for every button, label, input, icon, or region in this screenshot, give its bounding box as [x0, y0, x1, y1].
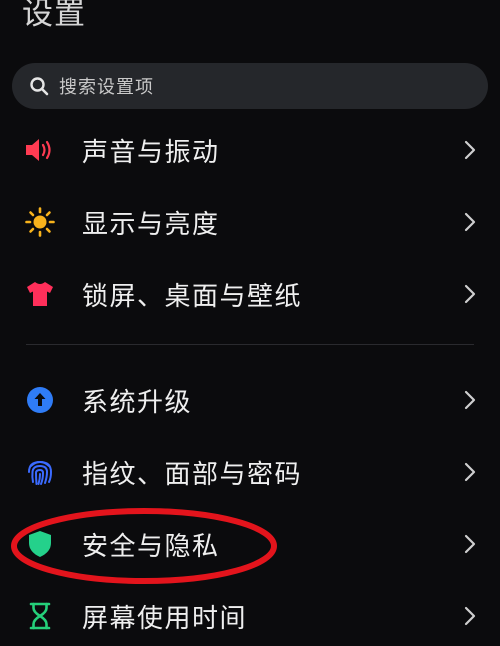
chevron-right-icon [462, 531, 478, 557]
upgrade-arrow-icon [24, 384, 56, 416]
chevron-right-icon [462, 603, 478, 629]
settings-item-label: 显示与亮度 [82, 209, 220, 240]
chevron-right-icon [462, 137, 478, 163]
settings-item-label: 锁屏、桌面与壁纸 [82, 281, 303, 312]
hourglass-icon [24, 600, 56, 632]
settings-item-wallpaper[interactable]: 锁屏、桌面与壁纸 [0, 266, 500, 322]
tshirt-icon [24, 278, 56, 310]
search-input[interactable]: 搜索设置项 [12, 63, 488, 109]
chevron-right-icon [462, 459, 478, 485]
settings-item-security-privacy[interactable]: 安全与隐私 [0, 516, 500, 572]
settings-item-label: 指纹、面部与密码 [82, 459, 303, 490]
sun-icon [24, 206, 56, 238]
speaker-icon [24, 134, 56, 166]
settings-item-label: 安全与隐私 [82, 531, 220, 562]
search-icon [28, 75, 50, 97]
settings-item-label: 系统升级 [82, 387, 193, 418]
chevron-right-icon [462, 209, 478, 235]
page-title: 设置 [22, 0, 86, 32]
chevron-right-icon [462, 281, 478, 307]
settings-item-screen-time[interactable]: 屏幕使用时间 [0, 588, 500, 644]
settings-item-label: 屏幕使用时间 [82, 603, 248, 634]
settings-item-biometrics[interactable]: 指纹、面部与密码 [0, 444, 500, 500]
fingerprint-icon [24, 456, 56, 488]
settings-item-label: 声音与振动 [82, 137, 220, 168]
search-placeholder: 搜索设置项 [59, 77, 154, 98]
shield-icon [24, 528, 56, 560]
settings-screen: 设置 搜索设置项 声音与振动 显示与亮度 锁屏、桌面与壁纸 系统升级 指纹、面部… [0, 0, 500, 646]
section-divider [26, 344, 474, 345]
settings-item-system-upgrade[interactable]: 系统升级 [0, 372, 500, 428]
chevron-right-icon [462, 387, 478, 413]
settings-item-sound[interactable]: 声音与振动 [0, 122, 500, 178]
settings-item-display[interactable]: 显示与亮度 [0, 194, 500, 250]
